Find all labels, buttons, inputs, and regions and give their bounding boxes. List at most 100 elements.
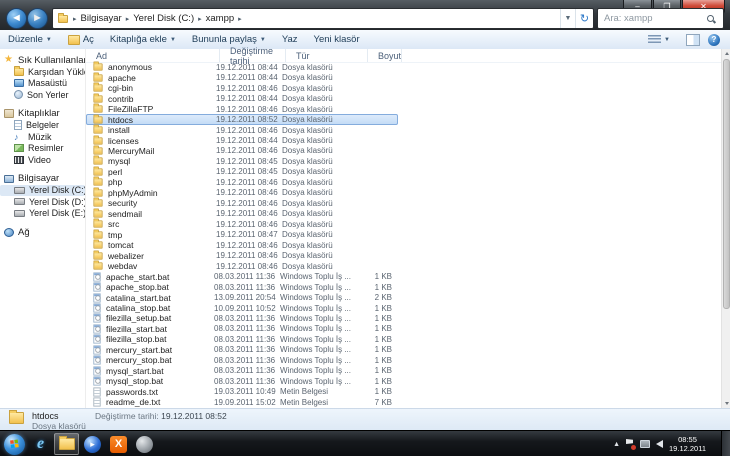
table-row[interactable]: mysql_stop.bat08.03.2011 11:36Windows To… [86, 376, 398, 386]
sidebar-item-m-zik[interactable]: ♪Müzik [0, 131, 85, 143]
sidebar-item-resimler[interactable]: Resimler [0, 143, 85, 155]
table-row[interactable]: licenses19.12.2011 08:44Dosya klasörü [86, 135, 398, 145]
sidebar-group-kitapl-klar[interactable]: Kitaplıklar [0, 108, 85, 120]
table-row[interactable]: mysql_start.bat08.03.2011 11:36Windows T… [86, 366, 398, 376]
views-button[interactable]: ▼ [640, 35, 678, 44]
table-row[interactable]: catalina_start.bat13.09.2011 20:54Window… [86, 292, 398, 302]
taskbar-button-xampp[interactable]: X [106, 433, 131, 455]
table-row[interactable]: cgi-bin19.12.2011 08:46Dosya klasörü [86, 83, 398, 93]
table-row[interactable]: passwords.txt19.03.2011 10:49Metin Belge… [86, 387, 398, 397]
action-center-icon[interactable] [626, 439, 634, 449]
taskbar-button-media-player[interactable]: ▸ [80, 433, 105, 455]
taskbar-button-windows-explorer[interactable] [54, 433, 79, 455]
sidebar-item-label: Karşıdan Yüklemeler [28, 67, 85, 77]
toolbar-button-a-[interactable]: Aç [60, 30, 102, 49]
table-row[interactable]: filezilla_stop.bat08.03.2011 11:36Window… [86, 334, 398, 344]
file-date: 10.09.2011 10:52 [214, 304, 280, 313]
table-row[interactable]: src19.12.2011 08:46Dosya klasörü [86, 219, 398, 229]
scrollbar-thumb[interactable] [723, 59, 730, 309]
table-row[interactable]: mercury_stop.bat08.03.2011 11:36Windows … [86, 355, 398, 365]
sidebar-group-a-[interactable]: Ağ [0, 226, 85, 238]
sidebar-item-yerel-disk-d-[interactable]: Yerel Disk (D:) [0, 196, 85, 208]
table-row[interactable]: webalizer19.12.2011 08:46Dosya klasörü [86, 250, 398, 260]
file-type: Windows Toplu İş ... [280, 293, 362, 302]
table-row[interactable]: security19.12.2011 08:46Dosya klasörü [86, 198, 398, 208]
breadcrumb-item[interactable]: Yerel Disk (C:) [132, 13, 195, 24]
sidebar-item-masa-st-[interactable]: Masaüstü [0, 78, 85, 90]
help-button[interactable]: ? [708, 34, 720, 46]
table-row[interactable]: sendmail19.12.2011 08:46Dosya klasörü [86, 209, 398, 219]
taskbar-clock[interactable]: 08:55 19.12.2011 [669, 435, 706, 453]
table-row[interactable]: tomcat19.12.2011 08:46Dosya klasörü [86, 240, 398, 250]
address-dropdown-button[interactable]: ▼ [560, 9, 575, 28]
sidebar-item-belgeler[interactable]: Belgeler [0, 120, 85, 132]
table-row[interactable]: FileZillaFTP19.12.2011 08:46Dosya klasör… [86, 104, 398, 114]
file-type: Dosya klasörü [282, 262, 364, 271]
table-row[interactable]: anonymous19.12.2011 08:44Dosya klasörü [86, 62, 398, 72]
volume-icon[interactable] [656, 440, 663, 448]
table-row[interactable]: filezilla_start.bat08.03.2011 11:36Windo… [86, 324, 398, 334]
back-button[interactable]: ◄ [6, 8, 27, 29]
table-row[interactable]: mercury_start.bat08.03.2011 11:36Windows… [86, 345, 398, 355]
table-row[interactable]: readme_de.txt19.09.2011 15:02Metin Belge… [86, 397, 398, 407]
table-row[interactable]: tmp19.12.2011 08:47Dosya klasörü [86, 230, 398, 240]
column-header-name[interactable]: Ad [86, 49, 220, 62]
file-name: mysql_stop.bat [106, 376, 214, 386]
sidebar-item-yerel-disk-c-[interactable]: Yerel Disk (C:) [0, 185, 85, 197]
table-row[interactable]: apache19.12.2011 08:44Dosya klasörü [86, 72, 398, 82]
sidebar-group-bilgisayar[interactable]: Bilgisayar [0, 173, 85, 185]
forward-button[interactable]: ► [27, 8, 48, 29]
search-input[interactable]: Ara: xampp [598, 13, 707, 24]
file-date: 19.12.2011 08:46 [216, 146, 282, 155]
clock-time: 08:55 [678, 435, 697, 444]
table-row[interactable]: htdocs19.12.2011 08:52Dosya klasörü [86, 114, 398, 124]
taskbar-button-internet-explorer[interactable]: e [28, 433, 53, 455]
show-desktop-button[interactable] [721, 431, 730, 456]
toolbar-button-kitapl-a-ekle[interactable]: Kitaplığa ekle▼ [102, 30, 184, 49]
folder-icon [93, 147, 102, 154]
refresh-button[interactable]: ↻ [575, 9, 593, 28]
table-row[interactable]: apache_start.bat08.03.2011 11:36Windows … [86, 271, 398, 281]
file-date: 19.12.2011 08:46 [216, 178, 282, 187]
breadcrumb-item[interactable]: Bilgisayar [80, 13, 123, 24]
column-header-type[interactable]: Tür [286, 49, 368, 62]
address-bar[interactable]: ▸Bilgisayar▸Yerel Disk (C:)▸xampp▸ ▼ ↻ [52, 8, 594, 29]
search-box[interactable]: Ara: xampp [597, 8, 724, 29]
network-icon[interactable] [640, 440, 650, 448]
table-row[interactable]: MercuryMail19.12.2011 08:46Dosya klasörü [86, 146, 398, 156]
sidebar-item-kar-dan-y-klemeler[interactable]: Karşıdan Yüklemeler [0, 66, 85, 78]
sidebar-item-video[interactable]: Video [0, 154, 85, 166]
scroll-up-icon[interactable] [722, 49, 730, 58]
breadcrumb-item[interactable]: xampp [205, 13, 236, 24]
column-header-size[interactable]: Boyut [368, 49, 402, 62]
table-row[interactable]: mysql19.12.2011 08:45Dosya klasörü [86, 156, 398, 166]
scroll-down-icon[interactable] [722, 399, 730, 408]
table-row[interactable]: apache_stop.bat08.03.2011 11:36Windows T… [86, 282, 398, 292]
table-row[interactable]: filezilla_setup.bat08.03.2011 11:36Windo… [86, 313, 398, 323]
table-row[interactable]: php19.12.2011 08:46Dosya klasörü [86, 177, 398, 187]
folder-icon [93, 64, 102, 71]
toolbar-button-d-zenle[interactable]: Düzenle▼ [0, 30, 60, 49]
toolbar-button-yeni-klas-r[interactable]: Yeni klasör [306, 30, 368, 49]
sidebar-item-son-yerler[interactable]: Son Yerler [0, 89, 85, 101]
table-row[interactable]: catalina_stop.bat10.09.2011 10:52Windows… [86, 303, 398, 313]
file-size: 1 KB [362, 283, 392, 292]
sidebar-group-s-k-kullan-lanlar[interactable]: ★Sık Kullanılanlar [0, 54, 85, 66]
table-row[interactable]: install19.12.2011 08:46Dosya klasörü [86, 125, 398, 135]
taskbar-button-gray-app[interactable] [132, 433, 157, 455]
taskbar-button-start-orb[interactable] [2, 433, 27, 455]
file-name: filezilla_stop.bat [106, 334, 214, 344]
table-row[interactable]: phpMyAdmin19.12.2011 08:46Dosya klasörü [86, 188, 398, 198]
sidebar-item-yerel-disk-e-[interactable]: Yerel Disk (E:) [0, 208, 85, 220]
file-date: 19.12.2011 08:45 [216, 157, 282, 166]
sidebar-group-label: Bilgisayar [18, 173, 59, 184]
file-type: Dosya klasörü [282, 115, 364, 124]
column-header-date[interactable]: Değiştirme tarihi [220, 49, 286, 62]
table-row[interactable]: contrib19.12.2011 08:44Dosya klasörü [86, 93, 398, 103]
file-date: 19.12.2011 08:46 [216, 262, 282, 271]
preview-pane-button[interactable] [686, 34, 700, 46]
vertical-scrollbar[interactable] [721, 49, 730, 408]
tray-expand-icon[interactable]: ▲ [613, 441, 620, 448]
table-row[interactable]: webdav19.12.2011 08:46Dosya klasörü [86, 261, 398, 271]
table-row[interactable]: perl19.12.2011 08:45Dosya klasörü [86, 167, 398, 177]
